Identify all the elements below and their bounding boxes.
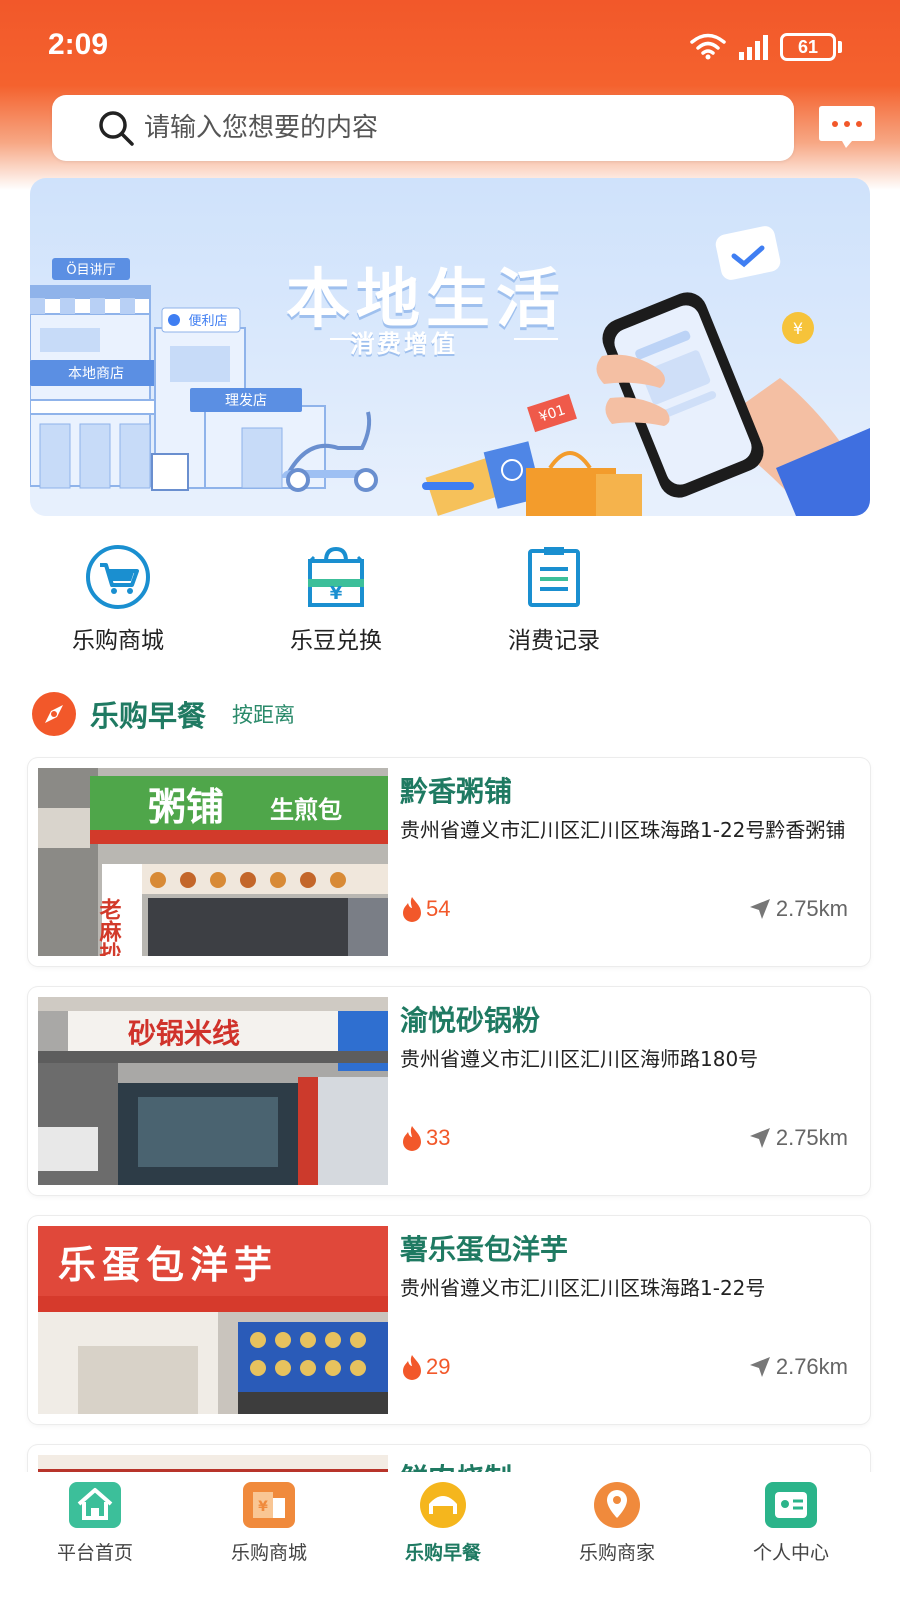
promo-banner[interactable]: Ö目讲厅 本地商店 便利店 理发店 ¥01 ¥ 本地生活 消费增值 [30,178,870,516]
quick-action-mall[interactable]: 乐购商城 [38,545,198,655]
tab-label: 乐购早餐 [404,1542,481,1564]
tab-breakfast[interactable]: 乐购早餐 [373,1480,513,1565]
quick-action-label: 乐购商城 [72,628,164,654]
section-title: 乐购早餐 [90,699,207,733]
sign-barber: 理发店 [225,393,267,409]
home-icon [69,1482,121,1528]
wifi-icon [690,33,726,60]
shop-name: 渝悦砂锅粉 [400,1004,541,1037]
distance-text: 2.75km [775,896,848,921]
quick-action-label: 乐豆兑换 [290,628,382,654]
tab-home[interactable]: 平台首页 [25,1480,165,1565]
sign-coffee: Ö目讲厅 [66,261,115,278]
shop-name: 薯乐蛋包洋芋 [400,1233,569,1266]
banner-subtitle: 消费增值 [350,330,458,358]
shop-address: 贵州省遵义市汇川区汇川区珠海路1-22号 [400,1276,766,1300]
tab-merchants[interactable]: 乐购商家 [547,1480,687,1565]
sort-by-distance[interactable]: 按距离 [232,699,295,729]
profile-card-icon [765,1482,817,1528]
heat-count: 29 [426,1354,451,1379]
distance-text: 2.75km [775,1125,848,1150]
tab-mall[interactable]: ¥ 乐购商城 [199,1480,339,1565]
tab-label: 乐购商城 [230,1542,307,1564]
compass-icon [32,692,76,736]
breakfast-icon [420,1482,466,1528]
store-icon: ¥ [243,1482,295,1528]
search-icon [99,111,134,146]
location-pin-icon [594,1482,640,1528]
bottom-tab-bar: 平台首页 ¥ 乐购商城 乐购早餐 乐购商家 个人中心 [0,1472,900,1600]
tab-label: 乐购商家 [578,1542,655,1564]
navigation-arrow-icon [749,1357,770,1377]
svg-text:¥: ¥ [793,319,803,338]
shop-distance: 2.76km [748,1354,848,1380]
cart-icon [86,545,150,609]
navigation-arrow-icon [749,1128,770,1148]
message-icon[interactable] [818,104,876,150]
shop-photo: 乐蛋包洋芋 [38,1226,388,1414]
shop-address: 贵州省遵义市汇川区汇川区珠海路1-22号黔香粥铺 [400,818,846,842]
photo-side-text: 老麻抄 [96,898,123,956]
heat-count: 33 [426,1125,451,1150]
flame-icon [403,1126,421,1151]
status-bar: 2:09 61 [0,0,900,92]
photo-sign-small: 生煎包 [270,796,342,824]
photo-sign-text: 粥铺 [148,785,224,829]
quick-action-label: 消费记录 [508,628,600,654]
tab-label: 平台首页 [56,1542,133,1564]
navigation-arrow-icon [749,899,770,919]
search-bar[interactable] [52,95,794,161]
svg-text:¥: ¥ [330,583,343,604]
shop-distance: 2.75km [748,896,848,922]
battery-level: 61 [797,36,819,57]
heat-count: 54 [426,896,451,921]
shop-heat: 54 [400,896,450,922]
battery-icon: 61 [780,33,836,61]
search-input[interactable] [144,113,704,143]
shop-distance: 2.75km [748,1125,848,1151]
section-header: 乐购早餐 按距离 [30,690,295,738]
battery-tip [838,41,842,53]
clipboard-icon [528,547,580,607]
quick-action-exchange[interactable]: ¥ 乐豆兑换 [256,545,416,655]
sign-local-store: 本地商店 [68,366,124,382]
flame-icon [403,1355,421,1380]
shop-photo: 粥铺 生煎包 老麻抄 [38,768,388,956]
flame-icon [403,897,421,922]
svg-text:¥: ¥ [258,1499,268,1515]
shop-card[interactable]: 乐蛋包洋芋 薯乐蛋包洋芋 贵州省遵义市汇川区汇川区珠海路1-22号 29 2.7… [28,1216,870,1424]
shop-photo: 砂锅米线 [38,997,388,1185]
signal-icon [739,35,768,60]
sign-convenience: 便利店 [188,314,227,329]
shop-card[interactable]: 砂锅米线 渝悦砂锅粉 贵州省遵义市汇川区汇川区海师路180号 33 2.75km [28,987,870,1195]
shop-heat: 29 [400,1354,450,1380]
photo-sign-text: 乐蛋包洋芋 [58,1243,278,1287]
shop-name: 黔香粥铺 [400,775,513,808]
banner-page-indicator [422,482,474,490]
tab-label: 个人中心 [752,1542,829,1564]
quick-actions: 乐购商城 ¥ 乐豆兑换 消费记录 [0,545,900,655]
tab-profile[interactable]: 个人中心 [721,1480,861,1565]
shop-card[interactable]: 粥铺 生煎包 老麻抄 黔香粥铺 贵州省遵义市汇川区汇川区珠海路1-22号黔香粥铺… [28,758,870,966]
status-time: 2:09 [48,28,109,61]
shop-heat: 33 [400,1125,450,1151]
app-screen: 2:09 61 请输入您想要的内容 Ö目讲厅 本地商店 便利店 理发店 ¥01 … [0,0,900,1600]
shopping-bag-yen-icon: ¥ [308,546,364,607]
distance-text: 2.76km [775,1354,848,1379]
quick-action-records[interactable]: 消费记录 [474,545,634,655]
photo-sign-text: 砂锅米线 [128,1017,240,1050]
shop-address: 贵州省遵义市汇川区汇川区海师路180号 [400,1047,759,1071]
